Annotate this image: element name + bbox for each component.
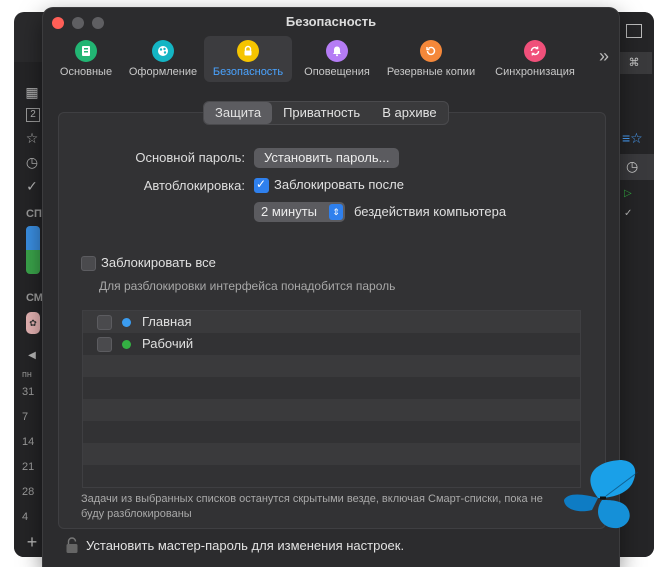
add-icon[interactable]: + bbox=[24, 533, 40, 551]
tab-archive[interactable]: В архиве bbox=[371, 102, 447, 124]
calendar-date: 31 bbox=[22, 386, 35, 398]
appearance-icon bbox=[152, 40, 174, 62]
list-color-dot bbox=[122, 340, 131, 349]
lock-all-label: Заблокировать все bbox=[101, 255, 216, 270]
clock-icon[interactable]: ◷ bbox=[24, 154, 40, 170]
autolock-checkbox[interactable] bbox=[254, 177, 269, 193]
sidebar-section-label: СМ bbox=[26, 292, 43, 304]
calendar-date: 28 bbox=[22, 486, 35, 498]
tab-appearance[interactable]: Оформление bbox=[123, 36, 203, 82]
autolock-label: Автоблокировка: bbox=[143, 178, 245, 193]
tab-security[interactable]: Безопасность bbox=[204, 36, 292, 82]
list-name: Рабочий bbox=[142, 336, 194, 351]
command-key-icon: ⌘ bbox=[616, 52, 652, 74]
tab-label: Оповещения bbox=[304, 66, 370, 78]
autolock-checkbox-label: Заблокировать после bbox=[274, 177, 404, 192]
list-name: Главная bbox=[142, 314, 192, 329]
chevron-double-right-icon[interactable]: » bbox=[599, 46, 609, 67]
sidebar-toggle-icon[interactable] bbox=[626, 24, 642, 38]
sync-icon bbox=[524, 40, 546, 62]
list-star-icon[interactable]: ≡☆ bbox=[622, 130, 643, 147]
tab-label: Оформление bbox=[128, 66, 198, 78]
empty-row bbox=[83, 399, 580, 421]
tab-label: Основные bbox=[59, 66, 113, 78]
idle-text: бездействия компьютера bbox=[354, 204, 507, 219]
list-row[interactable]: Главная bbox=[83, 311, 580, 333]
grid-icon[interactable]: ▦ bbox=[24, 84, 40, 100]
list-row[interactable]: Рабочий bbox=[83, 333, 580, 355]
master-password-label: Основной пароль: bbox=[135, 150, 245, 165]
lists-table: Главная Рабочий bbox=[82, 310, 581, 488]
empty-row bbox=[83, 443, 580, 465]
empty-row bbox=[83, 421, 580, 443]
general-icon bbox=[75, 40, 97, 62]
clock-icon: ◷ bbox=[626, 158, 639, 174]
empty-row bbox=[83, 377, 580, 399]
sidebar-section-label: СП bbox=[26, 208, 42, 220]
calendar-icon[interactable]: 2 bbox=[26, 108, 40, 122]
segmented-tabs: Защита Приватность В архиве bbox=[203, 101, 449, 125]
calendar-date: 7 bbox=[22, 411, 29, 423]
tab-backups[interactable]: Резервные копии bbox=[379, 36, 483, 82]
calendar-date: 4 bbox=[22, 511, 29, 523]
calendar-date: 21 bbox=[22, 461, 35, 473]
preferences-window: Безопасность Основные Оформление Безопас… bbox=[43, 8, 619, 567]
star-icon[interactable]: ☆ bbox=[24, 130, 40, 146]
lock-all-checkbox[interactable] bbox=[81, 256, 96, 271]
list-color-dot bbox=[122, 318, 131, 327]
tab-label: Синхронизация bbox=[495, 66, 575, 78]
tab-protection[interactable]: Защита bbox=[204, 102, 273, 124]
butterfly-icon bbox=[564, 460, 639, 529]
lock-duration-select[interactable]: 2 минуты ⇕ bbox=[254, 202, 345, 222]
chevron-updown-icon: ⇕ bbox=[329, 204, 343, 220]
empty-row bbox=[83, 465, 580, 485]
chevron-left-icon[interactable]: ◀ bbox=[24, 348, 40, 364]
empty-row bbox=[83, 355, 580, 377]
window-title: Безопасность bbox=[285, 14, 377, 29]
tab-privacy[interactable]: Приватность bbox=[272, 102, 371, 124]
list-checkbox[interactable] bbox=[97, 315, 112, 330]
master-password-footer: Установить мастер-пароль для изменения н… bbox=[86, 538, 405, 553]
tab-label: Безопасность bbox=[212, 66, 284, 78]
play-icon[interactable]: ▷ bbox=[624, 188, 632, 199]
tab-sync[interactable]: Синхронизация bbox=[485, 36, 585, 82]
tab-general[interactable]: Основные bbox=[51, 36, 121, 82]
flower-icon[interactable]: ✿ bbox=[26, 312, 40, 334]
list-checkbox[interactable] bbox=[97, 337, 112, 352]
tab-notifications[interactable]: Оповещения bbox=[295, 36, 379, 82]
weekday-label: пн bbox=[22, 369, 32, 379]
notification-icon bbox=[326, 40, 348, 62]
progress-widget bbox=[26, 226, 40, 274]
lock-duration-value: 2 минуты bbox=[261, 204, 318, 219]
check-circle-icon[interactable]: ✓ bbox=[24, 178, 40, 194]
padlock-icon[interactable] bbox=[65, 536, 79, 554]
lock-all-hint: Для разблокировки интерфейса понадобится… bbox=[99, 279, 396, 293]
hidden-lists-footnote: Задачи из выбранных списков останутся ск… bbox=[81, 493, 543, 520]
calendar-date: 14 bbox=[22, 436, 35, 448]
backup-icon bbox=[420, 40, 442, 62]
lock-icon bbox=[237, 40, 259, 62]
check-icon: ✓ bbox=[624, 208, 633, 219]
tab-label: Резервные копии bbox=[386, 66, 476, 78]
set-password-button[interactable]: Установить пароль... bbox=[254, 148, 400, 168]
preferences-toolbar: Основные Оформление Безопасность Оповеще… bbox=[51, 36, 611, 82]
